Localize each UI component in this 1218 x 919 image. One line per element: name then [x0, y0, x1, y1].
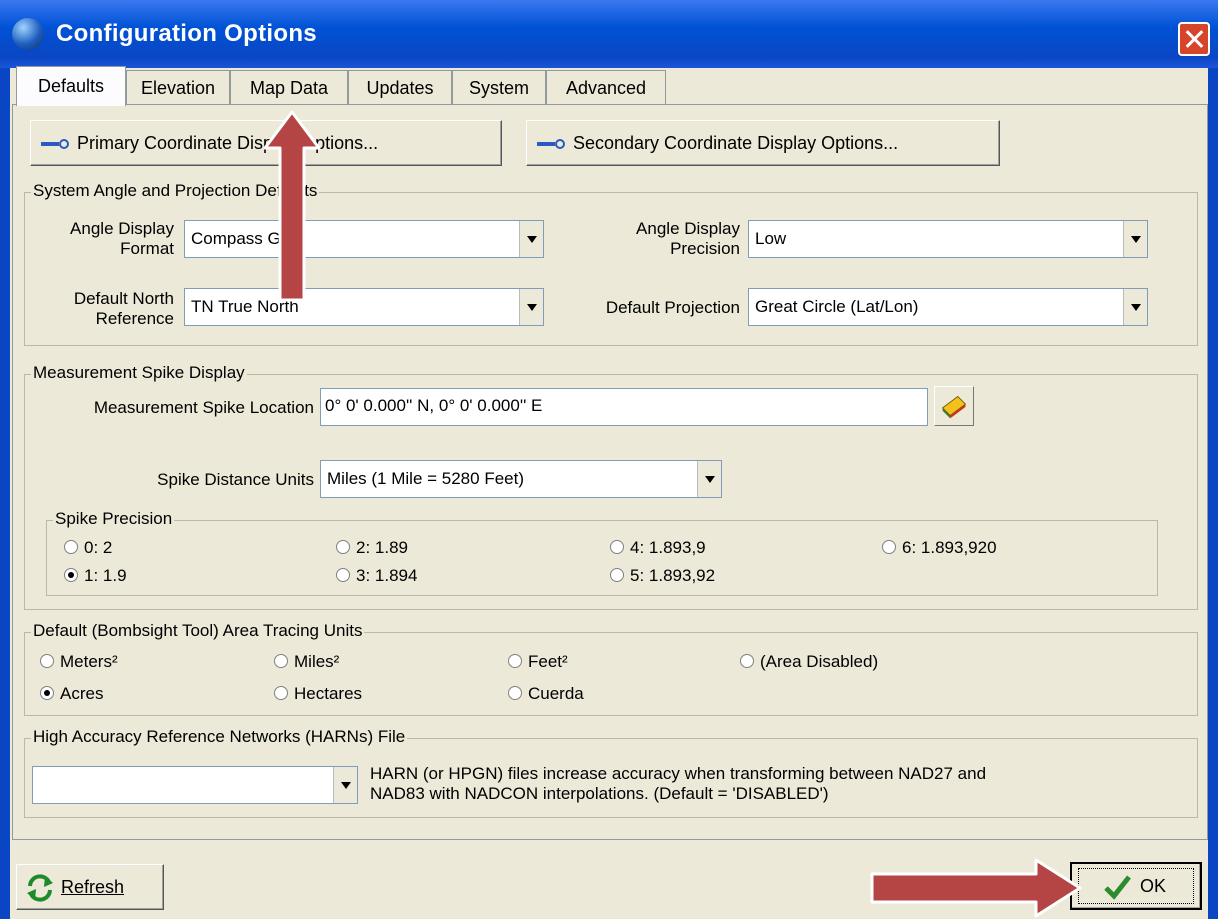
- radio-dot-selected[interactable]: [64, 568, 78, 582]
- precision-radio-5-label: 5: 1.893,92: [630, 566, 716, 585]
- spike-precision-legend: Spike Precision: [53, 509, 175, 529]
- projection-value: Great Circle (Lat/Lon): [755, 297, 919, 316]
- window-title: Configuration Options: [56, 20, 317, 47]
- radio-dot[interactable]: [882, 540, 896, 554]
- key-icon: [537, 139, 565, 150]
- radio-dot[interactable]: [336, 540, 350, 554]
- radio-dot-selected[interactable]: [40, 686, 54, 700]
- chevron-down-icon[interactable]: [519, 289, 543, 325]
- radio-dot[interactable]: [336, 568, 350, 582]
- angle-precision-select[interactable]: Low: [748, 220, 1148, 258]
- radio-dot[interactable]: [274, 686, 288, 700]
- window-frame-left: [0, 68, 10, 919]
- harn-description: HARN (or HPGN) files increase accuracy w…: [370, 764, 986, 804]
- angle-format-label: Angle Display Format: [40, 219, 174, 259]
- angle-format-label-line2: Format: [120, 239, 174, 258]
- tab-elevation[interactable]: Elevation: [126, 70, 230, 104]
- north-reference-select[interactable]: TN True North: [184, 288, 544, 326]
- ok-button[interactable]: OK: [1070, 862, 1202, 910]
- tab-system[interactable]: System: [452, 70, 546, 104]
- title-bar[interactable]: Configuration Options: [0, 0, 1218, 68]
- harn-legend: High Accuracy Reference Networks (HARNs)…: [31, 727, 408, 747]
- up-arrow-icon: [263, 110, 321, 302]
- angle-format-select[interactable]: Compass Grid: [184, 220, 544, 258]
- radio-dot[interactable]: [508, 654, 522, 668]
- radio-dot[interactable]: [610, 540, 624, 554]
- tab-map-data[interactable]: Map Data: [230, 70, 348, 104]
- area-units-group: Default (Bombsight Tool) Area Tracing Un…: [24, 621, 1198, 716]
- tab-defaults[interactable]: Defaults: [16, 66, 126, 106]
- close-icon[interactable]: [1178, 22, 1210, 56]
- chevron-down-icon[interactable]: [1123, 221, 1147, 257]
- harn-file-select[interactable]: [32, 766, 358, 804]
- refresh-icon: [27, 874, 53, 902]
- secondary-coordinate-options-button[interactable]: Secondary Coordinate Display Options...: [526, 120, 1000, 166]
- north-reference-label: Default North Reference: [40, 289, 174, 329]
- primary-coordinate-options-label: Primary Coordinate Display Options...: [77, 133, 379, 153]
- ok-label: OK: [1140, 876, 1167, 896]
- radio-dot[interactable]: [40, 654, 54, 668]
- spike-display-legend: Measurement Spike Display: [31, 363, 247, 383]
- area-radio-acres-label: Acres: [60, 684, 104, 703]
- harn-description-line2: NAD83 with NADCON interpolations. (Defau…: [370, 784, 829, 803]
- precision-radio-2-label: 2: 1.89: [356, 538, 408, 557]
- precision-radio-1-label: 1: 1.9: [84, 566, 127, 585]
- north-reference-label-line1: Default North: [73, 289, 174, 308]
- angle-precision-label-line1: Angle Display: [636, 219, 740, 238]
- harn-description-line1: HARN (or HPGN) files increase accuracy w…: [370, 764, 987, 783]
- globe-icon: [12, 18, 44, 50]
- spike-location-lookup-button[interactable]: [934, 386, 974, 426]
- chevron-down-icon[interactable]: [519, 221, 543, 257]
- spike-units-select[interactable]: Miles (1 Mile = 5280 Feet): [320, 460, 722, 498]
- angle-precision-value: Low: [755, 229, 787, 248]
- refresh-button[interactable]: Refresh: [16, 864, 164, 910]
- key-icon: [41, 139, 69, 150]
- spike-units-label: Spike Distance Units: [157, 470, 314, 489]
- spike-location-input[interactable]: 0° 0' 0.000'' N, 0° 0' 0.000'' E: [320, 388, 928, 426]
- precision-radio-0-label: 0: 2: [84, 538, 113, 557]
- projection-label: Default Projection: [605, 298, 740, 317]
- spike-precision-group: Spike Precision: [46, 509, 1158, 596]
- area-radio-meters-label: Meters²: [60, 652, 118, 671]
- spike-location-label: Measurement Spike Location: [93, 398, 314, 417]
- area-radio-miles-label: Miles²: [294, 652, 340, 671]
- secondary-coordinate-options-label: Secondary Coordinate Display Options...: [573, 133, 899, 153]
- angle-format-label-line1: Angle Display: [70, 219, 174, 238]
- chevron-down-icon[interactable]: [697, 461, 721, 497]
- area-radio-feet-label: Feet²: [528, 652, 568, 671]
- precision-radio-3-label: 3: 1.894: [356, 566, 418, 585]
- ok-focus-ring: [1078, 868, 1194, 904]
- spike-units-value: Miles (1 Mile = 5280 Feet): [327, 469, 524, 488]
- radio-dot[interactable]: [610, 568, 624, 582]
- precision-radio-6-label: 6: 1.893,920: [902, 538, 997, 557]
- configuration-dialog: Configuration Options Defaults Elevation…: [0, 0, 1218, 919]
- chevron-down-icon[interactable]: [1123, 289, 1147, 325]
- radio-dot[interactable]: [740, 654, 754, 668]
- radio-dot[interactable]: [508, 686, 522, 700]
- area-radio-hectares-label: Hectares: [294, 684, 363, 703]
- checkmark-icon: [1104, 875, 1131, 900]
- area-radio-disabled-label: (Area Disabled): [760, 652, 879, 671]
- tab-updates[interactable]: Updates: [348, 70, 452, 104]
- tab-advanced[interactable]: Advanced: [546, 70, 666, 104]
- angle-precision-label: Angle Display Precision: [600, 219, 740, 259]
- precision-radio-4-label: 4: 1.893,9: [630, 538, 706, 557]
- north-reference-label-line2: Reference: [95, 309, 174, 328]
- angle-precision-label-line2: Precision: [670, 239, 740, 258]
- chevron-down-icon[interactable]: [333, 767, 357, 803]
- projection-select[interactable]: Great Circle (Lat/Lon): [748, 288, 1148, 326]
- radio-dot[interactable]: [64, 540, 78, 554]
- book-icon: [941, 395, 967, 419]
- area-units-legend: Default (Bombsight Tool) Area Tracing Un…: [31, 621, 365, 641]
- right-arrow-icon: [870, 858, 1082, 918]
- window-frame-right: [1208, 68, 1218, 919]
- refresh-label: Refresh: [61, 877, 125, 897]
- area-radio-cuerda-label: Cuerda: [528, 684, 584, 703]
- radio-dot[interactable]: [274, 654, 288, 668]
